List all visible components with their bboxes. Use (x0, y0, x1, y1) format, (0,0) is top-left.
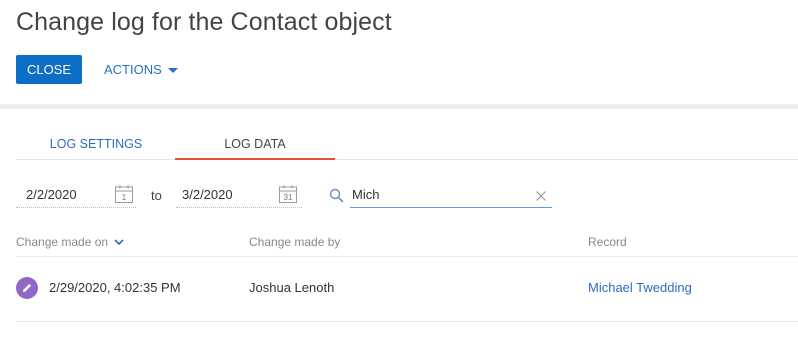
header-divider-line (16, 256, 798, 257)
column-header-change-made-by[interactable]: Change made by (249, 235, 340, 249)
calendar-icon[interactable]: 1 (114, 184, 134, 204)
actions-label: ACTIONS (104, 62, 162, 77)
date-range-separator: to (151, 188, 162, 203)
record-link[interactable]: Michael Twedding (588, 280, 692, 295)
caret-down-icon (167, 67, 178, 73)
calendar-icon[interactable]: 31 (278, 184, 298, 204)
search-input[interactable] (350, 182, 552, 208)
row-divider-line (16, 321, 798, 322)
pencil-icon (16, 277, 38, 299)
tab-log-data[interactable]: LOG DATA (175, 128, 335, 160)
tab-bar: LOG SETTINGS LOG DATA (16, 128, 798, 160)
column-header-change-made-on[interactable]: Change made on (16, 235, 124, 249)
clear-icon[interactable] (535, 190, 547, 202)
page-title: Change log for the Contact object (16, 8, 392, 36)
column-header-record[interactable]: Record (588, 235, 627, 249)
column-header-label: Change made on (16, 235, 109, 249)
calendar-day-label: 1 (122, 193, 127, 202)
chevron-down-icon (114, 238, 124, 245)
change-date-cell: 2/29/2020, 4:02:35 PM (49, 280, 181, 295)
calendar-day-label: 31 (284, 193, 293, 202)
close-button[interactable]: CLOSE (16, 55, 82, 84)
search-icon (329, 188, 344, 203)
tab-log-settings[interactable]: LOG SETTINGS (16, 128, 176, 159)
changed-by-cell: Joshua Lenoth (249, 280, 335, 295)
header-divider (0, 104, 798, 109)
actions-menu-button[interactable]: ACTIONS (104, 55, 178, 84)
